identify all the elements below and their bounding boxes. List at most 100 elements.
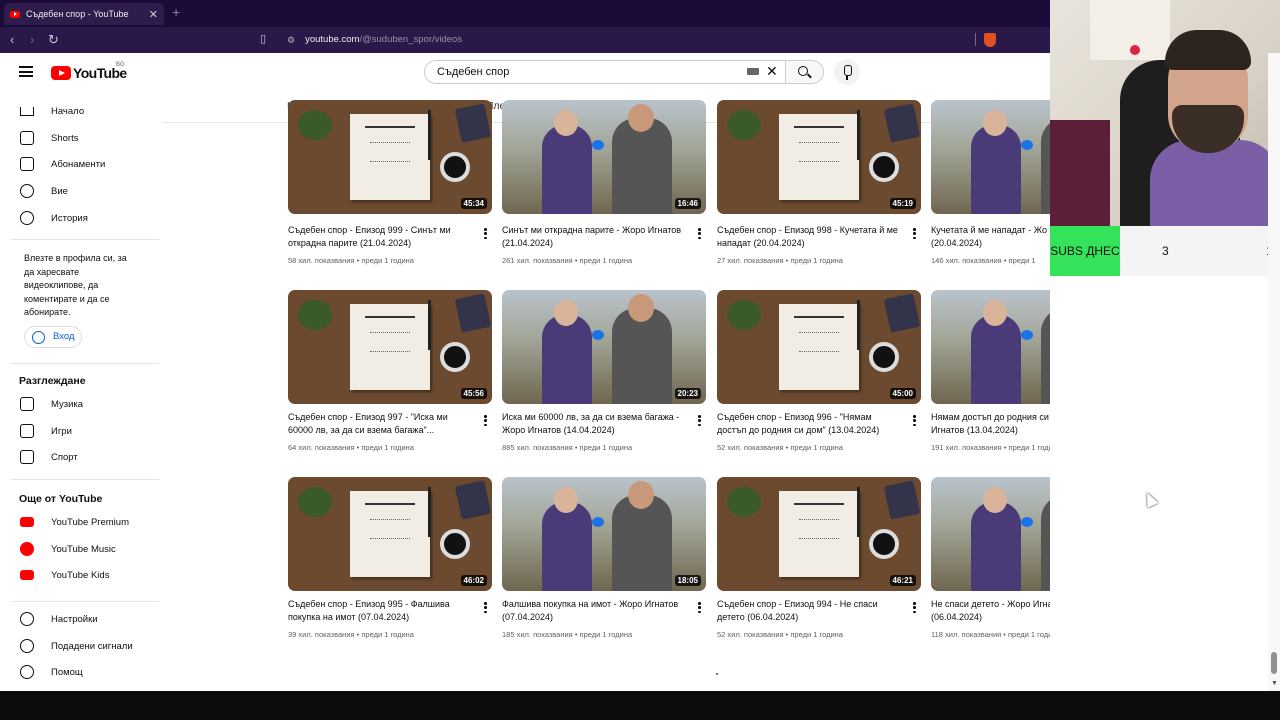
thumbnail-pen — [857, 110, 860, 160]
video-title[interactable]: Съдебен спор - Епизод 994 - Не спаси дет… — [717, 598, 901, 624]
video-meta: 261 хил. показвания • преди 1 година — [502, 256, 633, 265]
video-card[interactable]: 20:46 Нямам достъп до родния си дом - Жор… — [931, 290, 1050, 470]
video-meta: 146 хил. показвания • преди 1 — [931, 256, 1036, 265]
subs-counter-overlay: SUBS ДНЕС 3 10 — [1050, 226, 1280, 276]
video-thumbnail[interactable]: 45:00 — [717, 290, 921, 404]
video-thumbnail[interactable]: 45:19 — [717, 100, 921, 214]
thumbnail-figure — [542, 502, 592, 591]
more-options-icon[interactable] — [913, 602, 916, 613]
thumbnail-pen — [428, 487, 431, 537]
more-options-icon[interactable] — [698, 602, 701, 613]
thumbnail-calc — [883, 480, 921, 520]
scrollbar-thumb[interactable] — [1271, 652, 1277, 674]
video-meta: 885 хил. показвания • преди 1 година — [502, 443, 633, 452]
video-thumbnail[interactable]: 46:02 — [288, 477, 492, 591]
thumbnail-cup — [869, 529, 899, 559]
video-duration: 46:02 — [460, 575, 487, 586]
video-duration: 46:21 — [889, 575, 916, 586]
video-title[interactable]: Съдебен спор - Епизод 997 - "Иска ми 600… — [288, 411, 472, 437]
video-card[interactable]: 18:05 Фалшива покупка на имот - Жоро Игна… — [502, 477, 706, 657]
video-title[interactable]: Съдебен спор - Епизод 998 - Кучетата й м… — [717, 224, 901, 250]
thumbnail-figure — [554, 300, 578, 326]
video-title[interactable]: Фалшива покупка на имот - Жоро Игнатов (… — [502, 598, 686, 624]
thumbnail-cup — [440, 529, 470, 559]
thumbnail-paper — [779, 491, 859, 577]
thumbnail-figure — [971, 502, 1021, 591]
video-card[interactable]: 45:19 Съдебен спор - Епизод 998 - Кучетат… — [717, 100, 921, 283]
video-title[interactable]: Съдебен спор - Епизод 996 - "Нямам достъ… — [717, 411, 901, 437]
thumbnail-calc — [883, 103, 921, 143]
more-options-icon[interactable] — [698, 415, 701, 426]
more-options-icon[interactable] — [484, 602, 487, 613]
thumbnail-figure — [1041, 118, 1050, 214]
video-duration: 20:23 — [674, 388, 701, 399]
video-card[interactable]: 46:02 Съдебен спор - Епизод 995 - Фалшива… — [288, 477, 492, 657]
more-options-icon[interactable] — [913, 228, 916, 239]
thumbnail-pen — [857, 300, 860, 350]
thumbnail-calc — [454, 480, 492, 520]
thumbnail-cup — [869, 342, 899, 372]
thumbnail-pen — [428, 110, 431, 160]
screen: Съдебен спор - YouTube ✕ + ‹ › ↻ ▯ ⚙ you… — [0, 0, 1280, 720]
video-thumbnail[interactable]: 16:46 — [502, 100, 706, 214]
video-meta: 52 хил. показвания • преди 1 година — [717, 630, 843, 639]
video-card[interactable]: 46:21 Съдебен спор - Епизод 994 - Не спас… — [717, 477, 921, 657]
video-thumbnail[interactable]: 20:46 — [931, 290, 1050, 404]
video-meta: 64 хил. показвания • преди 1 година — [288, 443, 414, 452]
video-title[interactable]: Синът ми открадна парите - Жоро Игнатов … — [502, 224, 686, 250]
subs-today-count: 3 — [1162, 244, 1169, 258]
more-options-icon[interactable] — [913, 415, 916, 426]
thumbnail-figure — [592, 517, 604, 527]
webcam-person-hoodie — [1150, 140, 1280, 226]
video-thumbnail[interactable]: 20:23 — [502, 290, 706, 404]
video-card[interactable]: Кучетата й ме нападат - Жо (20.04.2024) 14… — [931, 100, 1050, 283]
thumbnail-paper — [350, 304, 430, 390]
mouse-cursor-icon — [1141, 490, 1159, 508]
thumbnail-figure — [971, 315, 1021, 404]
video-title[interactable]: Съдебен спор - Епизод 995 - Фалшива поку… — [288, 598, 472, 624]
thumbnail-figure — [554, 487, 578, 513]
thumbnail-paper — [779, 304, 859, 390]
video-meta: 58 хил. показвания • преди 1 година — [288, 256, 414, 265]
video-card[interactable]: 16:46 Синът ми открадна парите - Жоро Игн… — [502, 100, 706, 283]
video-thumbnail[interactable]: 45:34 — [288, 100, 492, 214]
thumbnail-figure — [983, 110, 1007, 136]
video-duration: 18:05 — [674, 575, 701, 586]
thumbnail-figure — [612, 118, 672, 214]
scroll-down-arrow-icon[interactable]: ▼ — [1271, 680, 1278, 687]
video-card[interactable]: 17:27 Не спаси детето - Жоро Игнатов (06.… — [931, 477, 1050, 657]
scrollbar[interactable]: ▼ — [1268, 53, 1280, 691]
thumbnail-paper — [350, 491, 430, 577]
video-thumbnail[interactable]: 46:21 — [717, 477, 921, 591]
video-card[interactable]: 45:00 Съдебен спор - Епизод 996 - "Нямам … — [717, 290, 921, 470]
video-title[interactable]: Нямам достъп до родния си дом - Жоро Игн… — [931, 411, 1050, 437]
thumbnail-cup — [440, 342, 470, 372]
thumbnail-figure — [612, 495, 672, 591]
video-title[interactable]: Иска ми 60000 лв, за да си вземa багажа … — [502, 411, 686, 437]
more-options-icon[interactable] — [484, 415, 487, 426]
video-duration: 45:19 — [889, 198, 916, 209]
video-thumbnail[interactable]: 45:56 — [288, 290, 492, 404]
thumbnail-figure — [554, 110, 578, 136]
more-options-icon[interactable] — [484, 228, 487, 239]
more-options-icon[interactable] — [698, 228, 701, 239]
video-card[interactable]: 20:23 Иска ми 60000 лв, за да си вземa ба… — [502, 290, 706, 470]
thumbnail-plant — [727, 300, 761, 330]
video-thumbnail[interactable]: 17:27 — [931, 477, 1050, 591]
thumbnail-paper — [779, 114, 859, 200]
video-meta: 191 хил. показвания • преди 1 година — [931, 443, 1050, 452]
video-meta: 27 хил. показвания • преди 1 година — [717, 256, 843, 265]
video-title[interactable]: Съдебен спор - Епизод 999 - Синът ми отк… — [288, 224, 472, 250]
thumbnail-plant — [727, 487, 761, 517]
video-meta: 52 хил. показвания • преди 1 година — [717, 443, 843, 452]
video-card[interactable]: 45:56 Съдебен спор - Епизод 997 - "Иска м… — [288, 290, 492, 470]
video-thumbnail[interactable] — [931, 100, 1050, 214]
subs-today-label: SUBS ДНЕС — [1050, 226, 1120, 276]
video-title[interactable]: Кучетата й ме нападат - Жо — [931, 224, 1050, 237]
webcam-ornament — [1130, 45, 1140, 55]
thumbnail-figure — [542, 125, 592, 214]
video-thumbnail[interactable]: 18:05 — [502, 477, 706, 591]
video-title[interactable]: Не спаси детето - Жоро Игнатов (06.04.20… — [931, 598, 1050, 624]
thumbnail-figure — [592, 140, 604, 150]
video-card[interactable]: 45:34 Съдебен спор - Епизод 999 - Синът м… — [288, 100, 492, 283]
